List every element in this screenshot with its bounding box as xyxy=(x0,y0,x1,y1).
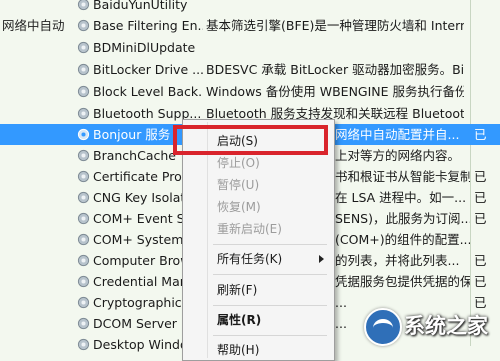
menu-item-refresh[interactable]: 刷新(F) xyxy=(185,279,330,301)
service-description: 的列表，并将此列表... xyxy=(335,253,460,268)
service-name: Base Filtering En... xyxy=(93,18,203,33)
status-cell: 已 xyxy=(474,211,487,226)
menu-item-label: 帮助(H) xyxy=(217,343,260,357)
gear-icon xyxy=(77,338,90,351)
menu-item-label: 启动(S) xyxy=(217,134,258,148)
gear-icon xyxy=(77,212,90,225)
watermark-text: 系统之家 xyxy=(404,314,488,338)
menu-item-label: 暂停(U) xyxy=(217,178,260,192)
service-row-block-level-backup[interactable]: Block Level Back... Windows 备份使用 WBENGIN… xyxy=(0,81,500,102)
submenu-arrow-icon xyxy=(319,255,324,263)
gear-icon xyxy=(77,128,90,141)
status-cell: 已 xyxy=(474,274,487,289)
startup-type-cell: 网络中自动 xyxy=(2,18,65,33)
menu-separator xyxy=(213,335,327,336)
watermark-logo-icon xyxy=(364,308,402,346)
status-cell: 已 xyxy=(474,253,487,268)
service-name: BitLocker Drive ... xyxy=(93,62,203,77)
menu-item-pause: 暂停(U) xyxy=(185,174,330,196)
gear-icon xyxy=(77,19,90,32)
service-description: 基本筛选引擎(BFE)是一种管理防火墙和 Intern... xyxy=(206,18,464,33)
gear-icon xyxy=(77,233,90,246)
service-description: Windows 备份使用 WBENGINE 服务执行备份... xyxy=(206,84,464,99)
menu-item-properties[interactable]: 属性(R) xyxy=(185,309,330,331)
menu-item-label: 恢复(M) xyxy=(217,200,261,214)
status-cell: 已 xyxy=(474,127,487,142)
gear-icon xyxy=(77,63,90,76)
service-name: BaiduYunUtility xyxy=(93,0,188,12)
service-description: 在 LSA 进程中。如一... xyxy=(335,190,467,205)
gear-icon xyxy=(77,296,90,309)
gear-icon xyxy=(77,41,90,54)
gear-icon xyxy=(77,254,90,267)
watermark: 系统之家 xyxy=(360,304,500,346)
menu-item-all-tasks[interactable]: 所有任务(K) xyxy=(185,248,330,270)
service-name: BDMiniDlUpdate xyxy=(93,40,196,55)
gear-icon xyxy=(77,149,90,162)
menu-item-label: 所有任务(K) xyxy=(217,252,283,266)
service-description: 上对等方的网络内容。 xyxy=(335,148,461,163)
menu-separator xyxy=(213,274,327,275)
service-description: SENS)，此服务为订阅... xyxy=(335,211,470,226)
service-row-baiduyunutility[interactable]: BaiduYunUtility xyxy=(0,0,500,15)
status-cell: 已 xyxy=(474,169,487,184)
service-description: 凭据服务包提供凭据的保... xyxy=(335,274,470,289)
menu-item-label: 属性(R) xyxy=(217,313,262,327)
menu-item-stop: 停止(O) xyxy=(185,152,330,174)
menu-item-label: 重新启动(E) xyxy=(217,222,282,236)
gear-icon xyxy=(77,317,90,330)
service-name: Block Level Back... xyxy=(93,84,203,99)
service-row-bitlocker[interactable]: BitLocker Drive ... BDESVC 承载 BitLocker … xyxy=(0,59,500,80)
gear-icon xyxy=(77,107,90,120)
menu-separator xyxy=(213,244,327,245)
menu-separator xyxy=(213,305,327,306)
gear-icon xyxy=(77,275,90,288)
status-cell: 已 xyxy=(474,190,487,205)
gear-icon xyxy=(77,0,90,11)
service-description: 网络中自动配置并自... xyxy=(335,127,460,142)
gear-icon xyxy=(77,170,90,183)
service-description: BDESVC 承载 BitLocker 驱动器加密服务。Bit... xyxy=(206,62,464,77)
gear-icon xyxy=(77,191,90,204)
service-description: 书和根证书从智能卡复制到当前用户... xyxy=(335,169,470,184)
service-description: (COM+)的组件的配置... xyxy=(335,232,470,247)
menu-item-start[interactable]: 启动(S) xyxy=(185,130,330,152)
context-menu: 启动(S) 停止(O) 暂停(U) 恢复(M) 重新启动(E) 所有任务(K) … xyxy=(182,119,335,361)
menu-item-help[interactable]: 帮助(H) xyxy=(185,339,330,361)
service-row-base-filtering[interactable]: 网络中自动 Base Filtering En... 基本筛选引擎(BFE)是一… xyxy=(0,15,500,36)
service-description: ... xyxy=(335,316,347,331)
menu-item-label: 停止(O) xyxy=(217,156,260,170)
gear-icon xyxy=(77,85,90,98)
service-row-bdminidlupdate[interactable]: BDMiniDlUpdate xyxy=(0,37,500,58)
menu-item-label: 刷新(F) xyxy=(217,283,258,297)
menu-item-resume: 恢复(M) xyxy=(185,196,330,218)
menu-item-restart: 重新启动(E) xyxy=(185,218,330,240)
